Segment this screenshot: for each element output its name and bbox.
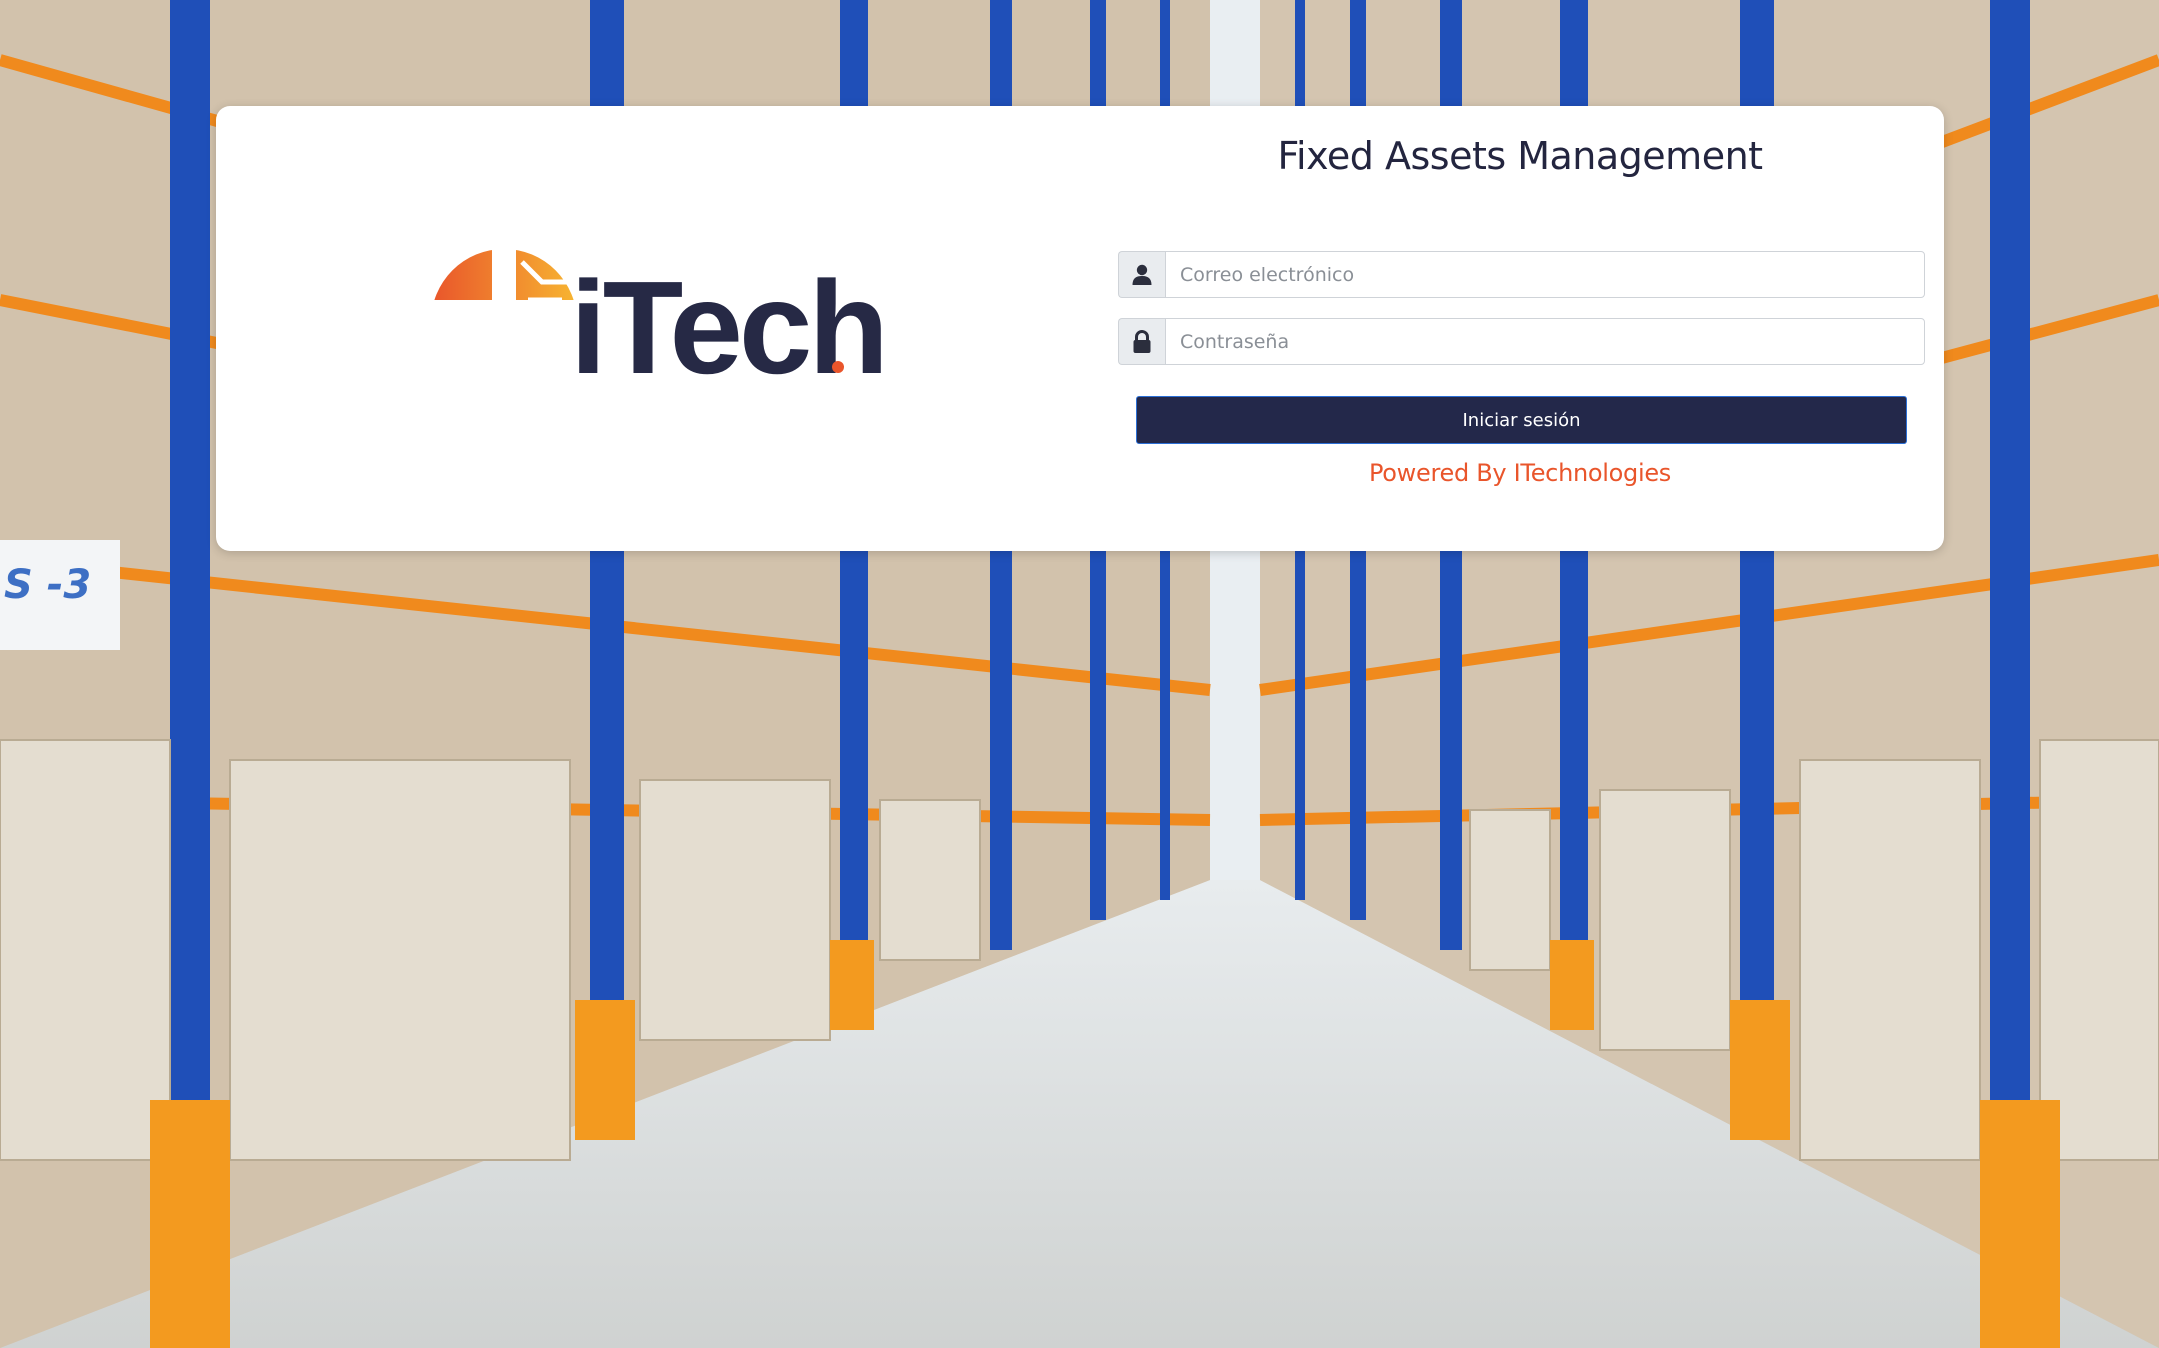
lock-icon — [1133, 329, 1151, 353]
powered-by-text: Powered By ITechnologies — [1368, 459, 1671, 487]
logo-wordmark: iTech — [570, 254, 889, 401]
email-input-group — [1118, 251, 1925, 298]
page-title: Fixed Assets Management — [1277, 134, 1763, 178]
login-button[interactable]: Iniciar sesión — [1136, 396, 1907, 444]
logo-dot — [832, 361, 844, 373]
user-icon-addon — [1118, 251, 1165, 298]
email-field[interactable] — [1165, 251, 1925, 298]
password-field[interactable] — [1165, 318, 1925, 365]
user-icon — [1132, 264, 1152, 285]
svg-text:S -3: S -3 — [4, 562, 91, 608]
password-input-group — [1118, 318, 1925, 365]
lock-icon-addon — [1118, 318, 1165, 365]
